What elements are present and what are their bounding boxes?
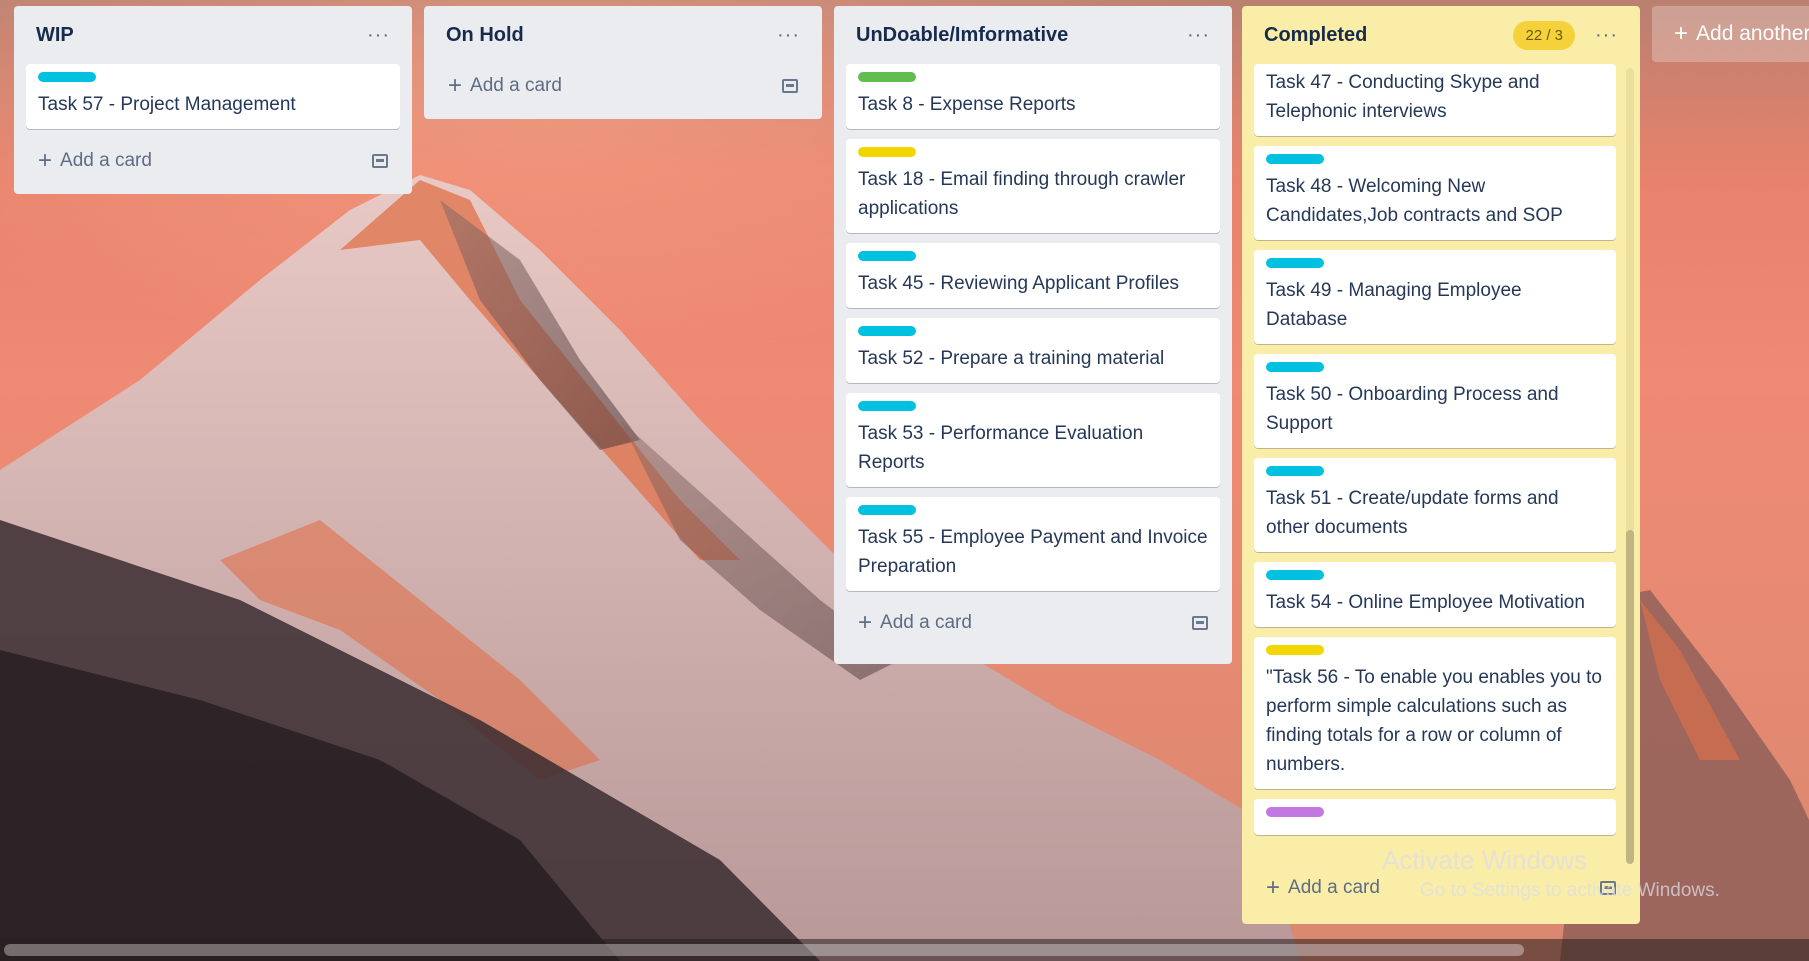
card[interactable]: Task 55 - Employee Payment and Invoice P… bbox=[846, 497, 1220, 591]
card-title: Task 45 - Reviewing Applicant Profiles bbox=[858, 273, 1180, 294]
card-title: "Task 56 - To enable you enables you to … bbox=[1266, 667, 1602, 775]
list-title[interactable]: UnDoable/Imformative bbox=[856, 24, 1068, 47]
list-header-actions: 22 / 3 ··· bbox=[1513, 20, 1618, 50]
board: WIP ··· Task 57 - Project Management + A… bbox=[0, 0, 1809, 961]
add-card-button[interactable]: + Add a card bbox=[38, 149, 152, 173]
plus-icon: + bbox=[448, 72, 463, 99]
list-title[interactable]: WIP bbox=[36, 24, 74, 47]
card-template-icon[interactable] bbox=[1192, 616, 1208, 630]
list-header: Completed 22 / 3 ··· bbox=[1254, 6, 1628, 64]
board-horizontal-scrollbar[interactable] bbox=[0, 939, 1809, 961]
list-header: On Hold ··· bbox=[436, 6, 810, 64]
card[interactable] bbox=[1254, 799, 1616, 835]
more-horizontal-icon[interactable]: ··· bbox=[1187, 25, 1210, 45]
add-card-button[interactable]: + Add a card bbox=[1266, 876, 1380, 900]
watermark-title: Activate Windows bbox=[1382, 845, 1588, 875]
plus-icon: + bbox=[1266, 874, 1281, 901]
card-count-badge: 22 / 3 bbox=[1513, 20, 1576, 50]
card[interactable]: Task 53 - Performance Evaluation Reports bbox=[846, 393, 1220, 487]
watermark-subtitle: Go to Settings to activate Windows. bbox=[1420, 880, 1720, 901]
card[interactable]: Task 8 - Expense Reports bbox=[846, 64, 1220, 129]
card-title: Task 8 - Expense Reports bbox=[858, 94, 1076, 115]
more-horizontal-icon[interactable]: ··· bbox=[1595, 25, 1618, 45]
add-list-label: Add another list bbox=[1696, 22, 1809, 45]
card-title: Task 55 - Employee Payment and Invoice P… bbox=[858, 527, 1208, 577]
card-label bbox=[1266, 645, 1324, 655]
plus-icon: + bbox=[858, 609, 873, 636]
card-label bbox=[1266, 807, 1324, 817]
card[interactable]: Task 48 - Welcoming New Candidates,Job c… bbox=[1254, 146, 1616, 240]
plus-icon: + bbox=[38, 147, 53, 174]
card[interactable]: Task 52 - Prepare a training material bbox=[846, 318, 1220, 383]
list-header: UnDoable/Imformative ··· bbox=[846, 6, 1220, 64]
list-on-hold: On Hold ··· + Add a card bbox=[424, 6, 822, 119]
card[interactable]: Task 49 - Managing Employee Database bbox=[1254, 250, 1616, 344]
card-title: Task 48 - Welcoming New Candidates,Job c… bbox=[1266, 176, 1563, 226]
card-label bbox=[1266, 154, 1324, 164]
add-card-label: Add a card bbox=[470, 75, 562, 96]
list-header: WIP ··· bbox=[26, 6, 400, 64]
add-card-label: Add a card bbox=[60, 150, 152, 171]
card-label bbox=[38, 72, 96, 82]
card-title: Task 57 - Project Management bbox=[38, 94, 296, 115]
card-label bbox=[858, 72, 916, 82]
card-title: Task 47 - Conducting Skype and Telephoni… bbox=[1266, 72, 1540, 122]
card[interactable]: "Task 56 - To enable you enables you to … bbox=[1254, 637, 1616, 789]
card[interactable]: Task 45 - Reviewing Applicant Profiles bbox=[846, 243, 1220, 308]
card-label bbox=[858, 326, 916, 336]
add-card-label: Add a card bbox=[1288, 877, 1380, 898]
card-title: Task 18 - Email finding through crawler … bbox=[858, 169, 1186, 219]
more-horizontal-icon[interactable]: ··· bbox=[367, 25, 390, 45]
add-card-button[interactable]: + Add a card bbox=[858, 611, 972, 635]
card-label bbox=[858, 251, 916, 261]
board-scrollbar-thumb[interactable] bbox=[4, 944, 1524, 956]
card-label bbox=[858, 505, 916, 515]
card-template-icon[interactable] bbox=[782, 79, 798, 93]
add-card-label: Add a card bbox=[880, 612, 972, 633]
card-title: Task 52 - Prepare a training material bbox=[858, 348, 1165, 369]
card-label bbox=[858, 401, 916, 411]
add-another-list-button[interactable]: + Add another list bbox=[1652, 6, 1809, 62]
list-title[interactable]: On Hold bbox=[446, 24, 524, 47]
card-title: Task 54 - Online Employee Motivation bbox=[1266, 592, 1585, 613]
activate-windows-watermark: Activate Windows Go to Settings to activ… bbox=[1382, 845, 1720, 902]
card-label bbox=[1266, 466, 1324, 476]
card[interactable]: Task 57 - Project Management bbox=[26, 64, 400, 129]
card-title: Task 50 - Onboarding Process and Support bbox=[1266, 384, 1559, 434]
card-label bbox=[1266, 362, 1324, 372]
card-label bbox=[858, 147, 916, 157]
card-label bbox=[1266, 570, 1324, 580]
card-title: Task 53 - Performance Evaluation Reports bbox=[858, 423, 1144, 473]
card-template-icon[interactable] bbox=[372, 154, 388, 168]
add-card-row: + Add a card bbox=[436, 64, 810, 108]
list-cards[interactable]: Task 47 - Conducting Skype and Telephoni… bbox=[1254, 64, 1616, 860]
plus-icon: + bbox=[1674, 20, 1689, 47]
list-title[interactable]: Completed bbox=[1264, 24, 1367, 47]
card-label bbox=[1266, 258, 1324, 268]
card[interactable]: Task 18 - Email finding through crawler … bbox=[846, 139, 1220, 233]
card-title: Task 49 - Managing Employee Database bbox=[1266, 280, 1522, 330]
add-card-button[interactable]: + Add a card bbox=[448, 74, 562, 98]
add-card-row: + Add a card bbox=[846, 601, 1220, 645]
list-scrollbar[interactable] bbox=[1626, 68, 1634, 864]
list-completed: Completed 22 / 3 ··· Task 47 - Conductin… bbox=[1242, 6, 1640, 924]
card[interactable]: Task 47 - Conducting Skype and Telephoni… bbox=[1254, 64, 1616, 136]
card[interactable]: Task 50 - Onboarding Process and Support bbox=[1254, 354, 1616, 448]
list-scrollbar-thumb[interactable] bbox=[1626, 529, 1634, 864]
more-horizontal-icon[interactable]: ··· bbox=[777, 25, 800, 45]
card-title: Task 51 - Create/update forms and other … bbox=[1266, 488, 1559, 538]
add-card-row: + Add a card bbox=[26, 139, 400, 183]
list-wip: WIP ··· Task 57 - Project Management + A… bbox=[14, 6, 412, 194]
list-undoable-imformative: UnDoable/Imformative ··· Task 8 - Expens… bbox=[834, 6, 1232, 664]
card[interactable]: Task 54 - Online Employee Motivation bbox=[1254, 562, 1616, 627]
card[interactable]: Task 51 - Create/update forms and other … bbox=[1254, 458, 1616, 552]
